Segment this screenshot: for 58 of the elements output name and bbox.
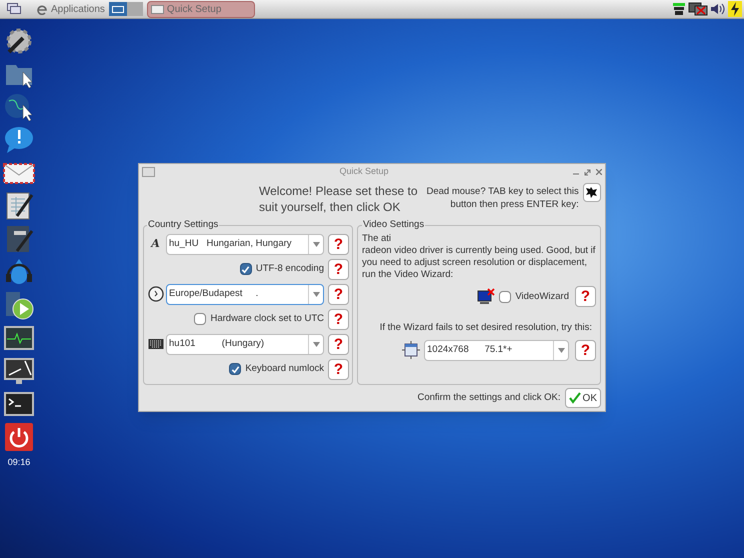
font-symbol: A (151, 236, 160, 252)
confirm-text: Confirm the settings and click OK: (417, 391, 561, 406)
show-desktop-icon[interactable] (7, 3, 21, 15)
video-play-icon[interactable] (3, 289, 35, 321)
dropdown-arrow-icon (312, 292, 320, 297)
driver-info-text: The ati (362, 233, 392, 246)
window-icon (150, 4, 164, 14)
e-logo-icon (36, 3, 48, 15)
driver-info-text: radeon video driver is currently being used. Good, but if you need to adjust screen resolution or displacement, run the Video Wizard: (362, 245, 596, 282)
checkmark-icon (568, 392, 581, 404)
combo-box[interactable]: 1024x768 75.1*+ (424, 340, 569, 360)
dead-mouse-hint: Dead mouse? TAB key to select this button then press ENTER key: (426, 185, 579, 211)
power-icon[interactable] (3, 421, 35, 453)
fallback-hint: If the Wizard fails to set desired resolution, try this: (378, 321, 593, 336)
window-title: Quick Setup (338, 165, 390, 178)
display-disconnected-icon[interactable] (688, 2, 708, 16)
volume-icon[interactable] (710, 2, 726, 16)
dropdown-arrow-icon (558, 348, 564, 352)
workspace-switcher[interactable] (108, 2, 143, 16)
checkbox-label: Hardware clock set to UTC (210, 312, 324, 326)
applications-menu[interactable]: Applications (36, 2, 105, 16)
maximize-icon[interactable] (584, 168, 591, 176)
help-button[interactable]: ? (328, 308, 349, 330)
checkbox-label: VideoWizard (515, 290, 569, 304)
clock-time: 09:16 (8, 456, 30, 469)
help-button[interactable]: ? (328, 234, 349, 255)
combo-box[interactable]: hu_HU Hungarian, Hungary (166, 234, 324, 255)
app-icon (142, 167, 155, 177)
checkbox[interactable] (499, 290, 512, 303)
monitor-error-icon (477, 288, 496, 306)
group-title: Video Settings (362, 218, 426, 232)
checkbox[interactable] (229, 363, 242, 376)
combo-box[interactable]: Europe/Budapest . (166, 284, 324, 305)
checkbox[interactable] (194, 313, 206, 326)
help-button[interactable]: ? (575, 340, 596, 360)
help-button[interactable]: ? (328, 358, 349, 380)
resize-screen-icon (402, 341, 420, 359)
focus-button[interactable] (582, 183, 601, 202)
dropdown-arrow-icon (312, 242, 320, 247)
mouse-splat-icon (585, 186, 598, 199)
help-button[interactable]: ? (328, 334, 349, 355)
welcome-text: Welcome! Please set these to suit yourself, then click OK (259, 183, 418, 215)
lightning-icon[interactable] (728, 1, 742, 17)
close-icon[interactable] (596, 169, 602, 175)
help-button[interactable]: ? (328, 284, 349, 305)
ok-button[interactable]: OK (564, 388, 601, 408)
checkbox[interactable] (240, 263, 252, 276)
dropdown-arrow-icon (312, 342, 320, 347)
help-button[interactable]: ? (575, 286, 596, 308)
checkbox-label: UTF-8 encoding (256, 262, 324, 276)
checkbox-label: Keyboard numlock (245, 362, 324, 376)
speech-bubble-icon[interactable] (3, 124, 35, 156)
keyboard-icon (148, 338, 164, 350)
clock-icon (148, 286, 164, 302)
combo-box[interactable]: hu101 (Hungary) (166, 334, 324, 355)
help-button[interactable]: ? (328, 258, 349, 280)
group-title: Country Settings (147, 218, 220, 232)
network-status-icon[interactable] (672, 2, 686, 16)
